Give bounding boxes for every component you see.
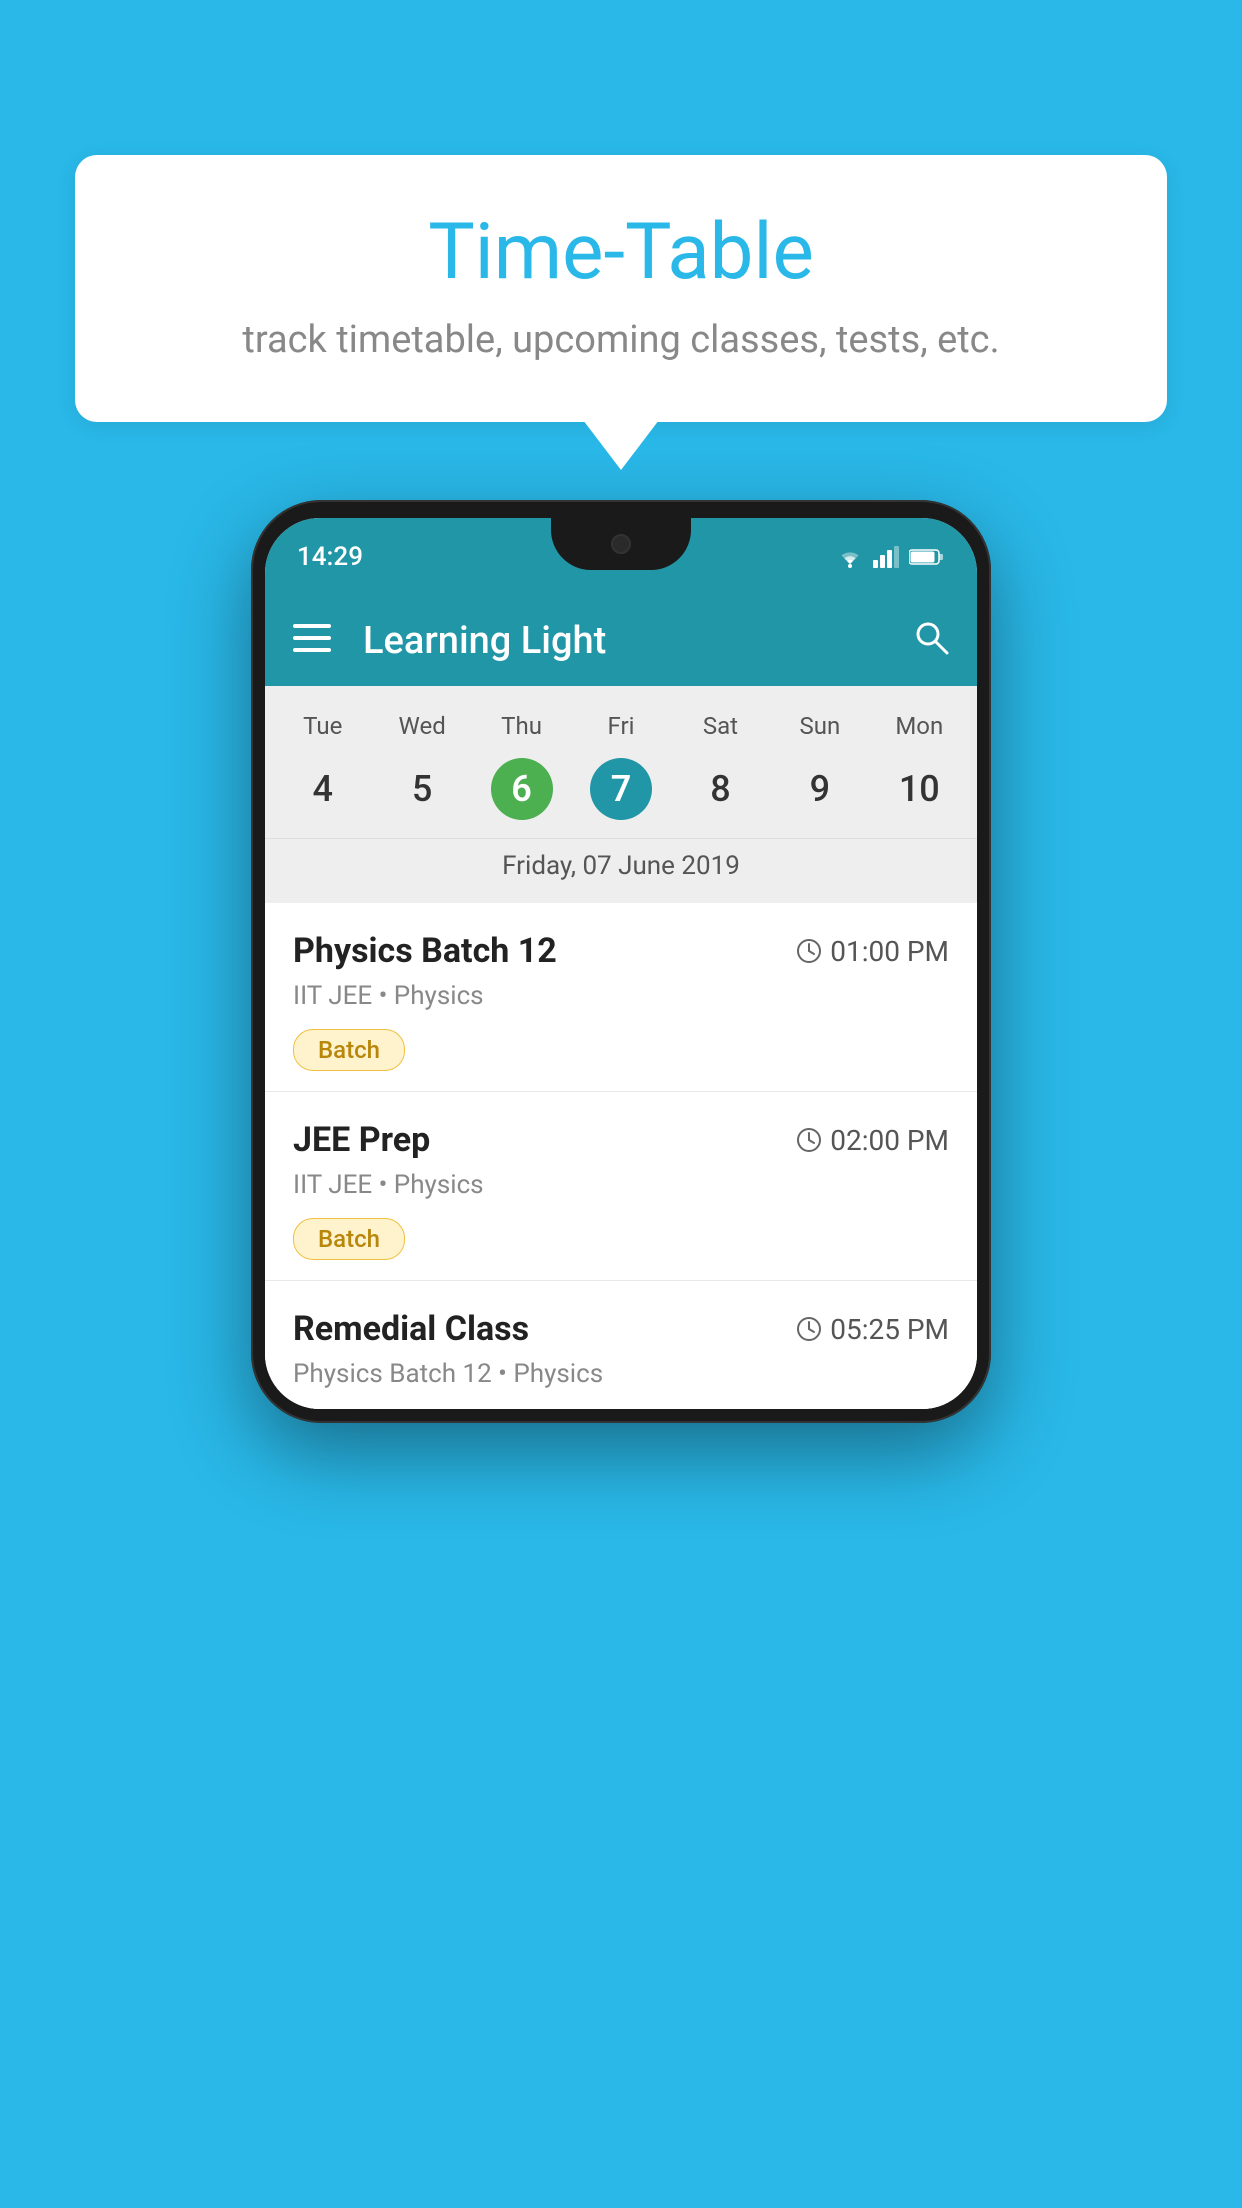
batch-badge-2: Batch xyxy=(293,1218,405,1260)
clock-icon-1 xyxy=(796,938,822,964)
date-7[interactable]: 7 xyxy=(571,748,670,830)
date-6[interactable]: 6 xyxy=(472,748,571,830)
day-label-wed: Wed xyxy=(372,704,471,748)
bubble-title: Time-Table xyxy=(135,210,1107,296)
schedule-title-2: JEE Prep xyxy=(293,1120,430,1160)
schedule-item-2[interactable]: JEE Prep 02:00 PM IIT JEE • Physics Batc… xyxy=(265,1092,977,1281)
date-8[interactable]: 8 xyxy=(671,748,770,830)
dates-row: 4 5 6 7 8 9 10 xyxy=(265,748,977,830)
day-label-fri: Fri xyxy=(571,704,670,748)
app-title: Learning Light xyxy=(363,619,913,663)
status-bar: 14:29 xyxy=(265,518,977,596)
date-6-circle: 6 xyxy=(491,758,553,820)
calendar-strip: Tue Wed Thu Fri Sat Sun Mon 4 5 6 7 xyxy=(265,686,977,903)
schedule-meta-3: Physics Batch 12 • Physics xyxy=(293,1359,949,1389)
time-label-1: 01:00 PM xyxy=(830,935,949,968)
search-icon[interactable] xyxy=(913,619,949,664)
schedule-meta-1: IIT JEE • Physics xyxy=(293,981,949,1011)
day-label-sat: Sat xyxy=(671,704,770,748)
date-10[interactable]: 10 xyxy=(870,748,969,830)
date-7-circle: 7 xyxy=(590,758,652,820)
front-camera xyxy=(611,534,631,554)
batch-badge-1: Batch xyxy=(293,1029,405,1071)
schedule-time-3: 05:25 PM xyxy=(796,1313,949,1346)
schedule-item-3[interactable]: Remedial Class 05:25 PM Physics Batch 12… xyxy=(265,1281,977,1409)
schedule-meta-2: IIT JEE • Physics xyxy=(293,1170,949,1200)
phone-screen: 14:29 xyxy=(265,518,977,1409)
selected-date-label: Friday, 07 June 2019 xyxy=(265,838,977,895)
time-label-3: 05:25 PM xyxy=(830,1313,949,1346)
status-time: 14:29 xyxy=(297,542,363,572)
battery-icon xyxy=(909,547,945,567)
status-icons xyxy=(835,546,945,568)
speech-bubble-container: Time-Table track timetable, upcoming cla… xyxy=(75,155,1167,422)
schedule-title-3: Remedial Class xyxy=(293,1309,529,1349)
date-5[interactable]: 5 xyxy=(372,748,471,830)
date-4[interactable]: 4 xyxy=(273,748,372,830)
time-label-2: 02:00 PM xyxy=(830,1124,949,1157)
schedule-item-3-header: Remedial Class 05:25 PM xyxy=(293,1309,949,1349)
app-bar: Learning Light xyxy=(265,596,977,686)
schedule-time-2: 02:00 PM xyxy=(796,1124,949,1157)
wifi-icon xyxy=(835,546,865,568)
schedule-time-1: 01:00 PM xyxy=(796,935,949,968)
phone-frame: 14:29 xyxy=(251,500,991,1423)
phone-container: 14:29 xyxy=(251,500,991,1423)
clock-icon-3 xyxy=(796,1316,822,1342)
hamburger-icon[interactable] xyxy=(293,624,331,658)
clock-icon-2 xyxy=(796,1127,822,1153)
schedule-item-1[interactable]: Physics Batch 12 01:00 PM IIT JEE • Phys… xyxy=(265,903,977,1092)
day-label-thu: Thu xyxy=(472,704,571,748)
days-row: Tue Wed Thu Fri Sat Sun Mon xyxy=(265,704,977,748)
day-label-tue: Tue xyxy=(273,704,372,748)
schedule-item-2-header: JEE Prep 02:00 PM xyxy=(293,1120,949,1160)
speech-bubble: Time-Table track timetable, upcoming cla… xyxy=(75,155,1167,422)
date-9[interactable]: 9 xyxy=(770,748,869,830)
schedule-list: Physics Batch 12 01:00 PM IIT JEE • Phys… xyxy=(265,903,977,1409)
schedule-title-1: Physics Batch 12 xyxy=(293,931,557,971)
day-label-sun: Sun xyxy=(770,704,869,748)
bubble-subtitle: track timetable, upcoming classes, tests… xyxy=(135,318,1107,362)
notch-cutout xyxy=(551,518,691,570)
signal-icon xyxy=(873,546,901,568)
schedule-item-1-header: Physics Batch 12 01:00 PM xyxy=(293,931,949,971)
day-label-mon: Mon xyxy=(870,704,969,748)
